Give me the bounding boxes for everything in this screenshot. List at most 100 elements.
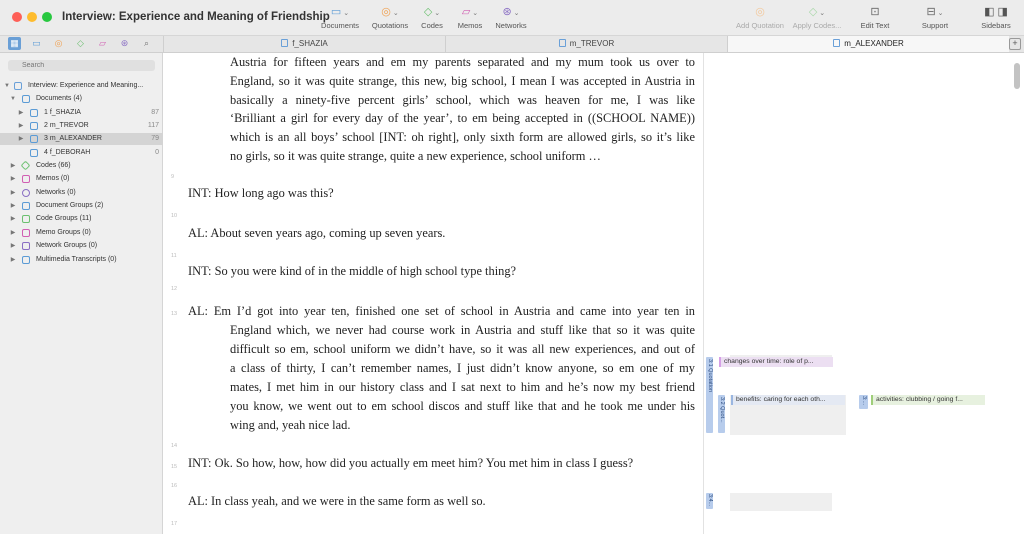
line-number: 14 xyxy=(171,443,178,449)
document-icon xyxy=(833,39,841,47)
chevron-right-icon[interactable]: ▶ xyxy=(9,173,17,185)
document-icon: ▭ ⌄ xyxy=(330,6,350,18)
tree-network-groups[interactable]: ▶ Network Groups (0) xyxy=(0,240,163,252)
chevron-down-icon[interactable]: ▼ xyxy=(3,80,11,92)
document-icon xyxy=(30,109,38,117)
line-number: 9 xyxy=(171,174,175,180)
chevron-right-icon[interactable]: ▶ xyxy=(9,213,17,225)
edit-text-button[interactable]: ⊡ Edit Text xyxy=(858,6,892,30)
apply-codes-button[interactable]: ◇ ⌄ Apply Codes... xyxy=(791,6,843,30)
tree-memos[interactable]: ▶ Memos (0) xyxy=(0,173,163,185)
text-line: mates, I met him in our history class an… xyxy=(230,380,695,394)
quotation-label: 3:... xyxy=(861,396,867,406)
tree-multimedia-transcripts[interactable]: ▶ Multimedia Transcripts (0) xyxy=(0,254,163,266)
tree-documents[interactable]: ▼ Documents (4) xyxy=(0,93,163,105)
text-line: AL: About seven years ago, coming up sev… xyxy=(188,226,446,240)
transcript-icon xyxy=(22,256,30,264)
documents-button[interactable]: ▭ ⌄ Documents xyxy=(319,6,361,30)
line-number: 16 xyxy=(171,483,178,489)
tree-doc-alexander[interactable]: ▶ 3 m_ALEXANDER 79 xyxy=(0,133,163,145)
document-manager-icon[interactable]: ▭ xyxy=(30,37,43,50)
app-window: Interview: Experience and Meaning of Fri… xyxy=(0,0,1024,534)
text-line: INT: Ok. So how, how, how did you actual… xyxy=(188,456,634,470)
text-line: no girls, so it was quite strange, quite… xyxy=(230,149,601,163)
chevron-right-icon[interactable]: ▶ xyxy=(9,254,17,266)
tree-doc-deborah[interactable]: 4 f_DEBORAH 0 xyxy=(0,147,163,159)
coding-margin: 3:1 Quotation 3:2 Quot... 3:... 3:4... c… xyxy=(703,53,1024,534)
tree-project[interactable]: ▼ Interview: Experience and Meaning... xyxy=(0,80,163,92)
chevron-right-icon[interactable]: ▶ xyxy=(17,133,25,145)
tree-code-groups[interactable]: ▶ Code Groups (11) xyxy=(0,213,163,225)
project-icon xyxy=(14,82,22,90)
memos-button[interactable]: ▱ ⌄ Memos xyxy=(455,6,485,30)
new-tab-button[interactable]: + xyxy=(1009,38,1021,50)
text-line: INT: So you were kind of in the middle o… xyxy=(188,264,517,278)
tab-f-shazia[interactable]: f_SHAZIA xyxy=(163,36,445,52)
chevron-right-icon[interactable]: ▶ xyxy=(9,227,17,239)
line-number: 15 xyxy=(171,464,178,470)
text-line: you know, we went out to em school disco… xyxy=(230,399,695,413)
minimize-window-button[interactable] xyxy=(27,12,37,22)
document-icon xyxy=(22,95,30,103)
close-window-button[interactable] xyxy=(12,12,22,22)
quotation-label: 3:1 Quotation xyxy=(707,359,713,393)
text-line: difficult so em, school uniform we didn’… xyxy=(230,342,695,356)
memo-icon xyxy=(22,175,30,183)
line-number: 10 xyxy=(171,213,178,219)
networks-button[interactable]: ⊛ ⌄ Networks xyxy=(493,6,529,30)
text-line: Austria for fifteen years and em my pare… xyxy=(230,55,695,69)
codes-button[interactable]: ◇ ⌄ Codes xyxy=(418,6,446,30)
chevron-right-icon[interactable]: ▶ xyxy=(9,240,17,252)
tree-doc-shazia[interactable]: ▶ 1 f_SHAZIA 87 xyxy=(0,107,163,119)
text-line: ‘Brilliant a girl for every day of the y… xyxy=(230,111,695,125)
add-quotation-button[interactable]: ◎ Add Quotation xyxy=(734,6,786,30)
project-explorer-icon[interactable]: ▦ xyxy=(8,37,21,50)
code-group-icon xyxy=(22,215,30,223)
tree-doc-trevor[interactable]: ▶ 2 m_TREVOR 117 xyxy=(0,120,163,132)
tree-document-groups[interactable]: ▶ Document Groups (2) xyxy=(0,200,163,212)
quotation-icon: ◎ ⌄ xyxy=(381,6,399,18)
document-icon xyxy=(281,39,289,47)
margin-row-band xyxy=(730,493,832,511)
zoom-window-button[interactable] xyxy=(42,12,52,22)
memo-manager-icon[interactable]: ▱ xyxy=(96,37,109,50)
vertical-scrollbar[interactable] xyxy=(1014,63,1020,89)
sidebars-button[interactable]: ◧ ◨ Sidebars xyxy=(978,6,1014,30)
quotation-label: 3:4... xyxy=(707,494,713,507)
tab-m-trevor[interactable]: m_TREVOR xyxy=(445,36,727,52)
search-input[interactable] xyxy=(8,60,155,71)
sidebar-toggle-icon: ◧ ◨ xyxy=(984,6,1008,18)
tab-m-alexander[interactable]: m_ALEXANDER xyxy=(727,36,1009,52)
chevron-right-icon[interactable]: ▶ xyxy=(9,200,17,212)
quotations-button[interactable]: ◎ ⌄ Quotations xyxy=(369,6,411,30)
tree-codes[interactable]: ▶ Codes (66) xyxy=(0,160,163,172)
network-manager-icon[interactable]: ⊛ xyxy=(118,37,131,50)
code-tag-changes-over-time[interactable]: changes over time: role of p... xyxy=(719,357,833,367)
chevron-down-icon[interactable]: ▼ xyxy=(9,93,17,105)
network-group-icon xyxy=(22,242,30,250)
code-manager-icon[interactable]: ◇ xyxy=(74,37,87,50)
support-button[interactable]: ⊟ ⌄ Support xyxy=(918,6,952,30)
search-project-icon[interactable]: ⌕ xyxy=(140,37,153,50)
tab-bar: ▦ ▭ ◎ ◇ ▱ ⊛ ⌕ f_SHAZIA m_TREVOR m_ALEXAN… xyxy=(0,36,1024,53)
chevron-right-icon[interactable]: ▶ xyxy=(9,160,17,172)
code-icon xyxy=(20,160,31,171)
code-tag-benefits-caring[interactable]: benefits: caring for each oth... xyxy=(731,395,845,405)
quotation-manager-icon[interactable]: ◎ xyxy=(52,37,65,50)
text-line: England, so it was quite strange, this n… xyxy=(230,74,695,88)
chevron-right-icon[interactable]: ▶ xyxy=(17,120,25,132)
tree-networks[interactable]: ▶ Networks (0) xyxy=(0,187,163,199)
document-group-icon xyxy=(22,202,30,210)
code-tag-activities-clubbing[interactable]: activities: clubbing / going f... xyxy=(871,395,985,405)
text-line: INT: How long ago was this? xyxy=(188,186,334,200)
line-number: 12 xyxy=(171,286,178,292)
chevron-right-icon[interactable]: ▶ xyxy=(17,107,25,119)
chevron-right-icon[interactable]: ▶ xyxy=(9,187,17,199)
tree-memo-groups[interactable]: ▶ Memo Groups (0) xyxy=(0,227,163,239)
support-icon: ⊟ ⌄ xyxy=(926,6,944,18)
document-icon xyxy=(30,149,38,157)
apply-codes-icon: ◇ ⌄ xyxy=(808,6,826,18)
document-text-pane[interactable]: Austria for fifteen years and em my pare… xyxy=(163,53,703,534)
document-icon xyxy=(558,39,566,47)
network-icon: ⊛ ⌄ xyxy=(502,6,520,18)
